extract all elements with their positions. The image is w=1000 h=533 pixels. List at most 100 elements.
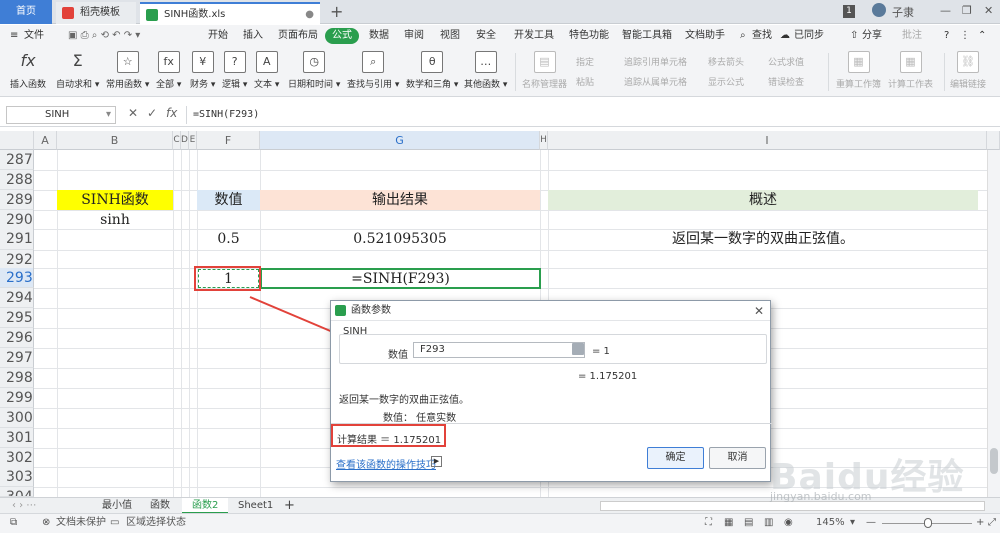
- cell-g289[interactable]: 输出结果: [260, 190, 540, 210]
- column-header-h[interactable]: H: [540, 131, 548, 150]
- trace-dependents-button[interactable]: 追踪从属单元格: [624, 75, 687, 88]
- common-functions-button[interactable]: ☆ 常用函数 ▾: [106, 51, 149, 90]
- column-header-c[interactable]: C: [173, 131, 181, 150]
- row-header-288[interactable]: 288: [0, 170, 34, 190]
- cell-i291[interactable]: 返回某一数字的双曲正弦值。: [548, 229, 978, 250]
- share-icon[interactable]: ⇧: [850, 28, 858, 44]
- zoom-level[interactable]: 145%: [816, 514, 845, 532]
- page-view-icon[interactable]: ▤: [744, 514, 753, 532]
- trace-precedents-button[interactable]: 追踪引用单元格: [624, 55, 687, 68]
- cell-b290[interactable]: sinh: [57, 210, 173, 230]
- remove-arrows-button[interactable]: 移去箭头: [708, 55, 744, 68]
- menu-file[interactable]: 文件: [24, 28, 44, 44]
- menu-insert[interactable]: 插入: [243, 28, 263, 44]
- search-icon[interactable]: ⌕: [740, 28, 746, 44]
- row-header-298[interactable]: 298: [0, 368, 34, 388]
- row-header-302[interactable]: 302: [0, 448, 34, 468]
- math-button[interactable]: θ 数学和三角 ▾: [406, 51, 458, 90]
- recalc-workbook-button[interactable]: ▦ 重算工作簿: [836, 51, 881, 90]
- sheet-nav-arrows[interactable]: ‹ › ⋯: [2, 498, 46, 514]
- all-functions-button[interactable]: fx 全部 ▾: [156, 51, 181, 90]
- cloud-icon[interactable]: ☁: [780, 28, 790, 44]
- page-break-icon[interactable]: ▥: [764, 514, 773, 532]
- column-header-d[interactable]: D: [181, 131, 189, 150]
- dialog-title-bar[interactable]: 函数参数 ✕: [331, 301, 770, 321]
- row-header-300[interactable]: 300: [0, 408, 34, 428]
- vertical-scrollbar[interactable]: [987, 150, 1000, 497]
- row-header-304[interactable]: 304: [0, 487, 34, 497]
- tab-home[interactable]: 首页: [0, 0, 52, 24]
- evaluate-formula-button[interactable]: 公式求值: [768, 55, 804, 68]
- row-header-291[interactable]: 291: [0, 229, 34, 250]
- menu-toolbox[interactable]: 智能工具箱: [622, 28, 672, 44]
- maximize-icon[interactable]: ❐: [962, 4, 972, 17]
- row-header-303[interactable]: 303: [0, 467, 34, 487]
- menu-review[interactable]: 审阅: [404, 28, 424, 44]
- autosum-button[interactable]: Σ 自动求和 ▾: [56, 51, 99, 90]
- formula-input[interactable]: =SINH(F293): [186, 106, 998, 124]
- sheet-tab-func2[interactable]: 函数2: [182, 498, 229, 514]
- row-header-289[interactable]: 289: [0, 190, 34, 210]
- menu-data[interactable]: 数据: [369, 28, 389, 44]
- cell-f289[interactable]: 数值: [197, 190, 260, 210]
- zoom-in-icon[interactable]: +: [976, 514, 984, 532]
- collapse-ribbon-icon[interactable]: ⌃: [978, 28, 986, 44]
- column-header-e[interactable]: E: [189, 131, 197, 150]
- row-header-292[interactable]: 292: [0, 250, 34, 270]
- calc-sheet-button[interactable]: ▦ 计算工作表: [888, 51, 933, 90]
- scrollbar-thumb[interactable]: [990, 448, 998, 474]
- menu-formula[interactable]: 公式: [325, 28, 359, 44]
- window-count-badge[interactable]: 1: [843, 5, 855, 18]
- expand-icon[interactable]: ⤢: [988, 514, 996, 532]
- fx-icon[interactable]: fx: [166, 106, 177, 120]
- close-window-icon[interactable]: ✕: [984, 4, 993, 17]
- zoom-slider-handle[interactable]: [924, 518, 932, 528]
- select-all-corner[interactable]: [0, 131, 34, 150]
- ok-button[interactable]: 确定: [647, 447, 704, 469]
- datetime-button[interactable]: ◷ 日期和时间 ▾: [288, 51, 340, 90]
- search-label[interactable]: 查找: [752, 28, 772, 44]
- specify-button[interactable]: 指定: [576, 55, 594, 68]
- menu-layout[interactable]: 页面布局: [278, 28, 318, 44]
- text-button[interactable]: A 文本 ▾: [254, 51, 279, 90]
- menu-view[interactable]: 视图: [440, 28, 460, 44]
- menu-features[interactable]: 特色功能: [569, 28, 609, 44]
- cell-f291[interactable]: 0.5: [197, 229, 260, 250]
- fullscreen-icon[interactable]: ⛶: [705, 514, 712, 532]
- error-check-button[interactable]: 错误检查: [768, 75, 804, 88]
- eye-icon[interactable]: ◉: [784, 514, 793, 532]
- function-tips-link[interactable]: 查看该函数的操作技巧: [336, 456, 436, 471]
- normal-view-icon[interactable]: ▦: [724, 514, 733, 532]
- tab-template[interactable]: 稻壳模板: [56, 2, 136, 24]
- column-header-a[interactable]: A: [34, 131, 57, 150]
- row-header-301[interactable]: 301: [0, 428, 34, 448]
- row-header-296[interactable]: 296: [0, 328, 34, 348]
- show-formulas-button[interactable]: 显示公式: [708, 75, 744, 88]
- cell-b289[interactable]: SINH函数: [57, 190, 173, 210]
- range-picker-icon[interactable]: [572, 343, 584, 355]
- logic-button[interactable]: ? 逻辑 ▾: [222, 51, 247, 90]
- column-header-g[interactable]: G: [260, 131, 540, 150]
- column-header-b[interactable]: B: [57, 131, 173, 150]
- row-header-295[interactable]: 295: [0, 308, 34, 328]
- tab-file[interactable]: SINH函数.xls ●: [140, 2, 320, 24]
- avatar[interactable]: [872, 3, 886, 17]
- cell-i289[interactable]: 概述: [548, 190, 978, 210]
- close-tab-icon[interactable]: ●: [305, 4, 314, 26]
- username[interactable]: 子隶: [892, 4, 914, 20]
- row-header-287[interactable]: 287: [0, 150, 34, 170]
- row-header-290[interactable]: 290: [0, 210, 34, 230]
- lookup-button[interactable]: ⌕ 查找与引用 ▾: [347, 51, 399, 90]
- new-tab-button[interactable]: +: [330, 2, 343, 22]
- row-header-294[interactable]: 294: [0, 288, 34, 308]
- hamburger-icon[interactable]: ≡: [10, 28, 18, 44]
- menu-security[interactable]: 安全: [476, 28, 496, 44]
- menu-developer[interactable]: 开发工具: [514, 28, 554, 44]
- row-header-297[interactable]: 297: [0, 348, 34, 368]
- insert-function-button[interactable]: fx 插入函数: [10, 51, 46, 90]
- zoom-dropdown-icon[interactable]: ▾: [850, 514, 855, 532]
- protect-status[interactable]: 文档未保护: [56, 514, 106, 532]
- menu-assistant[interactable]: 文档助手: [685, 28, 725, 44]
- argument-input[interactable]: F293: [413, 342, 585, 358]
- minimize-icon[interactable]: —: [940, 4, 951, 17]
